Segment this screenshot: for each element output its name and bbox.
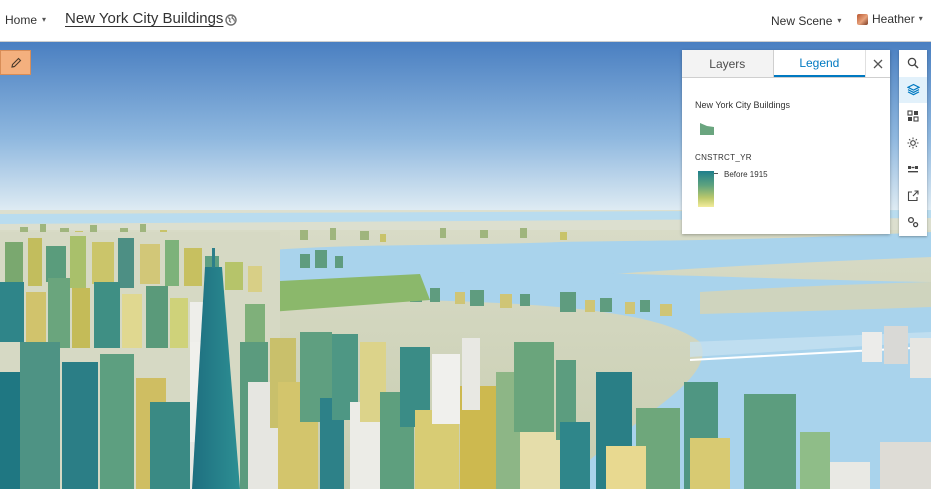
share-icon — [907, 190, 919, 201]
daylight-icon — [907, 137, 919, 149]
home-menu[interactable]: Home ▾ — [5, 13, 46, 27]
building-symbol-icon — [700, 123, 714, 135]
tab-legend[interactable]: Legend — [773, 50, 866, 77]
legend-ramp-label: Before 1915 — [724, 170, 768, 179]
layers-icon — [906, 84, 920, 96]
scene-title[interactable]: New York City Buildings — [65, 10, 223, 27]
close-button[interactable] — [865, 50, 890, 77]
globe-icon — [225, 14, 237, 26]
edit-scene-button[interactable] — [0, 50, 31, 75]
home-label: Home — [5, 13, 38, 27]
legend-layer-title: New York City Buildings — [695, 100, 791, 110]
pencil-icon — [10, 57, 21, 68]
settings-icon — [907, 217, 919, 228]
panel-tabs: Layers Legend — [682, 50, 890, 78]
legend-panel: Layers Legend New York City Buildings CN… — [682, 50, 890, 234]
layers-button[interactable] — [899, 76, 927, 103]
user-menu[interactable]: Heather ▾ — [857, 12, 923, 26]
scene-toolbar — [899, 50, 927, 236]
share-button[interactable] — [899, 183, 927, 210]
search-icon — [907, 58, 919, 69]
chevron-down-icon: ▾ — [918, 14, 923, 23]
tab-layers[interactable]: Layers — [682, 50, 774, 77]
legend-color-ramp — [698, 171, 714, 207]
close-icon — [873, 59, 883, 68]
legend-field-name: CNSTRCT_YR — [695, 153, 752, 162]
slides-icon — [908, 166, 918, 173]
slides-button[interactable] — [899, 156, 927, 183]
search-button[interactable] — [899, 50, 927, 77]
settings-button[interactable] — [899, 209, 927, 236]
app-header: Home ▾ New York City Buildings New Scene… — [0, 0, 931, 42]
basemap-gallery-button[interactable] — [899, 103, 927, 130]
user-name: Heather — [872, 12, 915, 26]
basemap-gallery-icon — [907, 110, 919, 122]
avatar — [857, 13, 868, 25]
legend-ramp-tick — [714, 173, 718, 174]
daylight-button[interactable] — [899, 130, 927, 157]
chevron-down-icon: ▾ — [837, 16, 842, 25]
new-scene-menu[interactable]: New Scene ▾ — [771, 14, 841, 28]
chevron-down-icon: ▾ — [42, 15, 47, 24]
new-scene-label: New Scene — [771, 14, 833, 28]
